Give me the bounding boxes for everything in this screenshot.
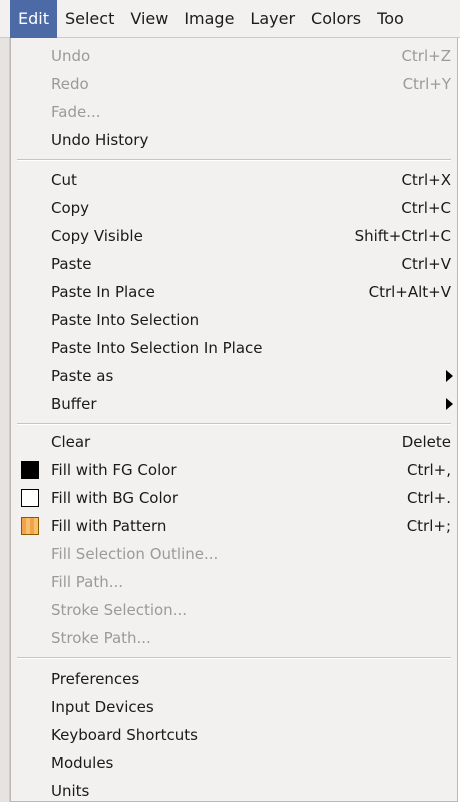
menu-item-label: Fill with BG Color (51, 489, 178, 507)
bg-color-swatch-icon (21, 489, 39, 507)
menu-item-label: Paste Into Selection (51, 311, 200, 329)
submenu-arrow-icon (446, 398, 453, 410)
menu-item-accel: Ctrl+Y (402, 75, 451, 93)
menu-item-label: Units (51, 782, 90, 800)
menu-item-cut[interactable]: Cut Ctrl+X (11, 166, 457, 194)
canvas-edge (0, 38, 10, 802)
menu-item-accel: Ctrl+. (406, 489, 451, 507)
menu-item-paste-into-selection[interactable]: Paste Into Selection (11, 306, 457, 334)
menu-item-label: Paste Into Selection In Place (51, 339, 263, 357)
menu-item-label: Copy Visible (51, 227, 143, 245)
menu-item-fill-bg-color[interactable]: Fill with BG Color Ctrl+. (11, 484, 457, 512)
menu-item-label: Modules (51, 754, 114, 772)
menu-item-label: Undo (51, 47, 91, 65)
submenu-arrow-icon (446, 370, 453, 382)
menubar-image[interactable]: Image (176, 0, 242, 38)
edit-menu: Undo Ctrl+Z Redo Ctrl+Y Fade... Undo His… (10, 38, 458, 802)
menu-item-fill-path[interactable]: Fill Path... (11, 568, 457, 596)
menu-item-undo-history[interactable]: Undo History (11, 126, 457, 154)
menu-item-label: Keyboard Shortcuts (51, 726, 198, 744)
menu-item-fill-pattern[interactable]: Fill with Pattern Ctrl+; (11, 512, 457, 540)
menu-item-label: Cut (51, 171, 77, 189)
menu-item-label: Clear (51, 433, 91, 451)
menu-item-copy[interactable]: Copy Ctrl+C (11, 194, 457, 222)
menu-item-modules[interactable]: Modules (11, 749, 457, 777)
menu-item-accel: Delete (401, 433, 451, 451)
menu-item-accel: Ctrl+; (406, 517, 451, 535)
menu-item-accel: Shift+Ctrl+C (354, 227, 451, 245)
menu-item-label: Input Devices (51, 698, 154, 716)
menu-separator (17, 423, 451, 425)
menubar: Edit Select View Image Layer Colors Too (0, 0, 460, 38)
menu-item-paste-as[interactable]: Paste as (11, 362, 457, 390)
fg-color-swatch-icon (21, 461, 39, 479)
menu-item-accel: Ctrl+Z (401, 47, 451, 65)
menu-item-paste-into-selection-in-place[interactable]: Paste Into Selection In Place (11, 334, 457, 362)
menu-item-accel: Ctrl+, (406, 461, 451, 479)
menu-item-redo[interactable]: Redo Ctrl+Y (11, 70, 457, 98)
pattern-swatch-icon (21, 517, 39, 535)
menu-item-paste[interactable]: Paste Ctrl+V (11, 250, 457, 278)
menu-item-label: Stroke Path... (51, 629, 151, 647)
menu-item-label: Paste In Place (51, 283, 155, 301)
menubar-layer[interactable]: Layer (242, 0, 303, 38)
menubar-colors[interactable]: Colors (303, 0, 369, 38)
menu-item-accel: Ctrl+V (401, 255, 451, 273)
menu-item-label: Redo (51, 75, 89, 93)
menu-item-copy-visible[interactable]: Copy Visible Shift+Ctrl+C (11, 222, 457, 250)
menu-item-units[interactable]: Units (11, 777, 457, 805)
menu-item-label: Undo History (51, 131, 149, 149)
menu-item-buffer[interactable]: Buffer (11, 390, 457, 418)
menu-separator (17, 159, 451, 161)
menubar-view[interactable]: View (122, 0, 176, 38)
menu-item-label: Fill Selection Outline... (51, 545, 219, 563)
menu-item-undo[interactable]: Undo Ctrl+Z (11, 42, 457, 70)
menubar-tools[interactable]: Too (369, 0, 412, 38)
menu-item-label: Paste as (51, 367, 114, 385)
menu-item-label: Fill with FG Color (51, 461, 177, 479)
menu-item-label: Paste (51, 255, 92, 273)
menu-item-stroke-path[interactable]: Stroke Path... (11, 624, 457, 652)
menu-item-label: Buffer (51, 395, 97, 413)
menu-item-label: Fill Path... (51, 573, 124, 591)
menubar-edit[interactable]: Edit (10, 0, 57, 38)
menu-item-preferences[interactable]: Preferences (11, 665, 457, 693)
menu-item-fill-selection-outline[interactable]: Fill Selection Outline... (11, 540, 457, 568)
menu-item-label: Fade... (51, 103, 101, 121)
menu-item-stroke-selection[interactable]: Stroke Selection... (11, 596, 457, 624)
menu-item-clear[interactable]: Clear Delete (11, 428, 457, 456)
menu-item-input-devices[interactable]: Input Devices (11, 693, 457, 721)
menu-item-fade[interactable]: Fade... (11, 98, 457, 126)
menu-item-label: Preferences (51, 670, 140, 688)
menu-item-accel: Ctrl+Alt+V (368, 283, 451, 301)
menubar-select[interactable]: Select (57, 0, 122, 38)
menu-item-paste-in-place[interactable]: Paste In Place Ctrl+Alt+V (11, 278, 457, 306)
menu-item-label: Stroke Selection... (51, 601, 187, 619)
menu-item-keyboard-shortcuts[interactable]: Keyboard Shortcuts (11, 721, 457, 749)
menu-item-accel: Ctrl+C (401, 199, 451, 217)
menu-item-label: Fill with Pattern (51, 517, 167, 535)
menu-item-label: Copy (51, 199, 90, 217)
menu-item-accel: Ctrl+X (401, 171, 451, 189)
menu-item-fill-fg-color[interactable]: Fill with FG Color Ctrl+, (11, 456, 457, 484)
menu-separator (17, 657, 451, 659)
